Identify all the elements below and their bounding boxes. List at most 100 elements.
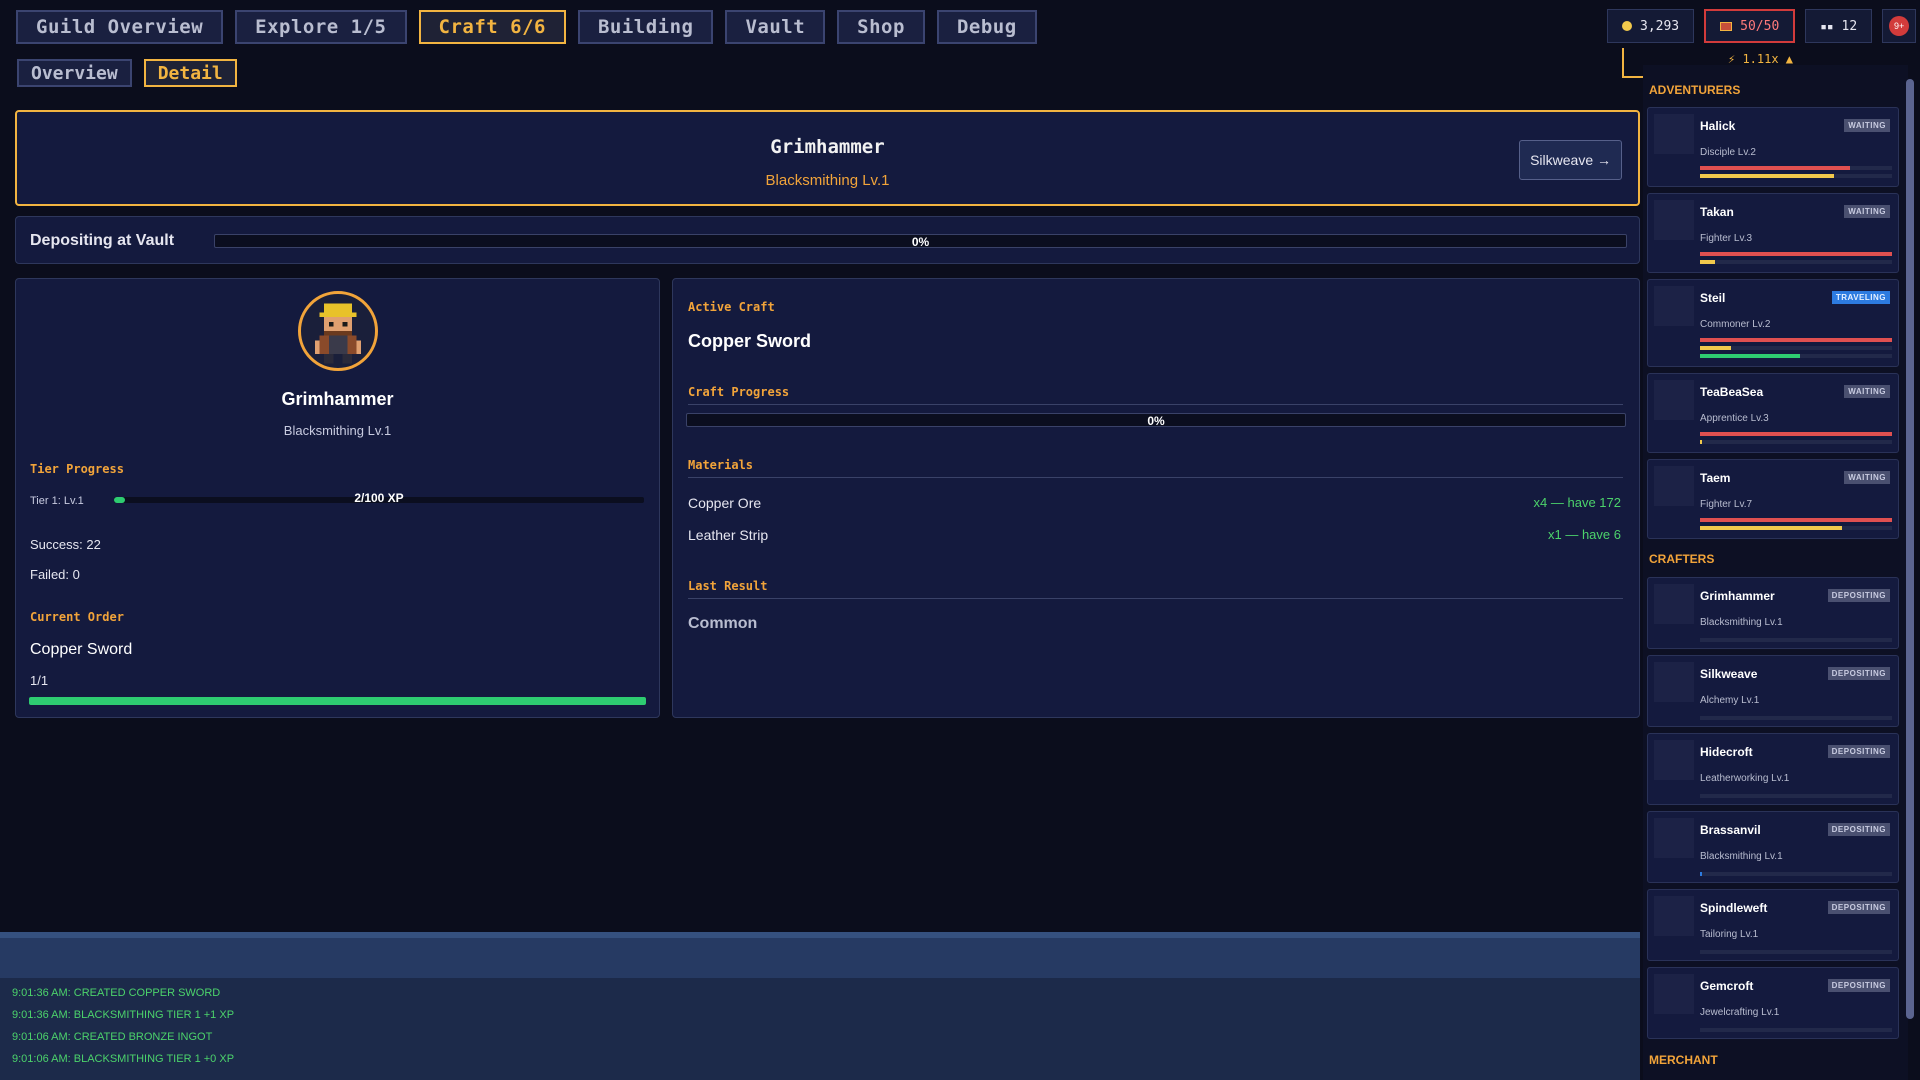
crafter-portrait <box>1654 662 1694 702</box>
health-bar <box>1700 166 1892 170</box>
crafter-card-class: Blacksmithing Lv.1 <box>1700 851 1783 862</box>
tab-vault[interactable]: Vault <box>725 10 826 44</box>
adventurer-portrait <box>1654 114 1694 154</box>
tab-shop[interactable]: Shop <box>837 10 925 44</box>
materials-heading: Materials <box>688 458 754 472</box>
crafters-heading: CRAFTERS <box>1649 552 1715 566</box>
craft-progress-text: 0% <box>1147 414 1165 428</box>
energy-bar <box>1700 526 1892 530</box>
chevron-up-icon: ▲ <box>1785 52 1794 66</box>
resource-bar: 3,293 50/50 ▪▪ 12 9+ <box>1607 9 1917 43</box>
crafter-progress-bar <box>1700 716 1892 720</box>
tab-explore[interactable]: Explore 1/5 <box>235 10 407 44</box>
crafter-progress-bar <box>1700 950 1892 954</box>
crafter-name: Grimhammer <box>281 389 394 409</box>
crafter-card-class: Jewelcrafting Lv.1 <box>1700 1007 1780 1018</box>
tab-debug[interactable]: Debug <box>936 10 1037 44</box>
status-badge: DEPOSITING <box>1827 901 1890 914</box>
gold-counter: 3,293 <box>1607 9 1695 43</box>
crafter-card[interactable]: Hidecroft DEPOSITING Leatherworking Lv.1 <box>1647 733 1899 805</box>
depositing-status: Depositing at Vault 0% <box>15 216 1640 264</box>
status-badge: WAITING <box>1844 119 1890 132</box>
crafter-subtitle: Blacksmithing Lv.1 <box>283 423 392 438</box>
sub-tabs: Overview Detail <box>17 59 237 87</box>
crafter-card[interactable]: Brassanvil DEPOSITING Blacksmithing Lv.1 <box>1647 811 1899 883</box>
health-fill <box>1700 338 1892 342</box>
active-craft-item: Copper Sword <box>688 331 812 351</box>
status-badge: WAITING <box>1844 385 1890 398</box>
adventurer-portrait <box>1654 286 1694 326</box>
material-need: x4 — have 172 <box>1533 495 1621 510</box>
crafter-card[interactable]: Grimhammer DEPOSITING Blacksmithing Lv.1 <box>1647 577 1899 649</box>
coin-icon <box>1622 21 1632 31</box>
adventurer-class: Disciple Lv.2 <box>1700 147 1756 158</box>
crafter-card[interactable]: Silkweave DEPOSITING Alchemy Lv.1 <box>1647 655 1899 727</box>
header-subtitle: Blacksmithing Lv.1 <box>765 172 890 189</box>
crafter-card-class: Alchemy Lv.1 <box>1700 695 1760 706</box>
adventurer-class: Apprentice Lv.3 <box>1700 413 1769 424</box>
crafter-portrait <box>1654 818 1694 858</box>
adventurer-name: Steil <box>1700 291 1726 305</box>
crafter-progress-bar <box>1700 872 1892 876</box>
people-value: 12 <box>1841 18 1858 34</box>
adventurer-name: Takan <box>1700 205 1734 219</box>
crafter-card-name: Silkweave <box>1700 667 1758 681</box>
tab-craft[interactable]: Craft 6/6 <box>418 10 566 44</box>
adventurer-portrait <box>1654 380 1694 420</box>
adventurer-class: Fighter Lv.3 <box>1700 233 1753 244</box>
tab-guild-overview[interactable]: Guild Overview <box>16 10 224 44</box>
roster-sidebar: ADVENTURERS Halick WAITING Disciple Lv.2… <box>1643 65 1914 1080</box>
tier-label: Tier 1: Lv.1 <box>30 495 84 507</box>
energy-fill <box>1700 526 1843 530</box>
adventurer-card[interactable]: Takan WAITING Fighter Lv.3 <box>1647 193 1899 273</box>
adventurers-heading: ADVENTURERS <box>1649 83 1741 97</box>
tab-building[interactable]: Building <box>577 10 714 44</box>
travel-fill <box>1700 354 1800 358</box>
health-bar <box>1700 252 1892 256</box>
craft-panel: Active Craft Copper Sword Craft Progress… <box>672 278 1640 718</box>
order-progress-bar <box>29 697 646 705</box>
order-progress-fill <box>29 697 646 705</box>
crafter-card[interactable]: Spindleweft DEPOSITING Tailoring Lv.1 <box>1647 889 1899 961</box>
energy-fill <box>1700 346 1731 350</box>
divider <box>688 477 1623 478</box>
log-entry: 9:01:06 AM: CREATED BRONZE INGOT <box>12 1031 213 1043</box>
crafter-card[interactable]: Gemcroft DEPOSITING Jewelcrafting Lv.1 <box>1647 967 1899 1039</box>
adventurer-card[interactable]: Steil TRAVELING Commoner Lv.2 <box>1647 279 1899 367</box>
crafter-portrait <box>1654 584 1694 624</box>
crafter-card-class: Blacksmithing Lv.1 <box>1700 617 1783 628</box>
adventurer-portrait <box>1654 466 1694 506</box>
status-badge: DEPOSITING <box>1827 589 1890 602</box>
next-crafter-button[interactable]: Silkweave → <box>1519 140 1622 180</box>
event-log: 9:01:36 AM: CREATED COPPER SWORD 9:01:36… <box>0 978 1640 1080</box>
notification-count: 9+ <box>1889 16 1910 36</box>
status-badge: DEPOSITING <box>1827 667 1890 680</box>
adventurer-card[interactable]: Taem WAITING Fighter Lv.7 <box>1647 459 1899 539</box>
material-need: x1 — have 6 <box>1548 527 1621 542</box>
sidebar-scrollbar[interactable] <box>1906 79 1914 1019</box>
subtab-detail[interactable]: Detail <box>143 59 237 87</box>
crafter-avatar <box>298 291 378 371</box>
crafter-portrait <box>1654 740 1694 780</box>
health-bar <box>1700 432 1892 436</box>
notifications-button[interactable]: 9+ <box>1882 9 1917 43</box>
log-entry: 9:01:36 AM: CREATED COPPER SWORD <box>12 987 221 999</box>
health-fill <box>1700 252 1892 256</box>
adventurer-card[interactable]: Halick WAITING Disciple Lv.2 <box>1647 107 1899 187</box>
storage-value: 50/50 <box>1740 18 1780 34</box>
main-tabs: Guild Overview Explore 1/5 Craft 6/6 Bui… <box>16 10 1037 44</box>
current-order-item: Copper Sword <box>30 641 133 658</box>
crafter-card-name: Brassanvil <box>1700 823 1761 837</box>
status-badge: WAITING <box>1844 205 1890 218</box>
energy-fill <box>1700 260 1716 264</box>
energy-bar <box>1700 346 1892 350</box>
crafter-card-name: Grimhammer <box>1700 589 1775 603</box>
current-order-heading: Current Order <box>30 610 124 624</box>
adventurer-card[interactable]: TeaBeaSea WAITING Apprentice Lv.3 <box>1647 373 1899 453</box>
blacksmith-sprite <box>314 303 362 364</box>
crafter-portrait <box>1654 896 1694 936</box>
energy-bar <box>1700 440 1892 444</box>
subtab-overview[interactable]: Overview <box>17 59 132 87</box>
people-icon: ▪▪ <box>1820 19 1834 33</box>
energy-bar <box>1700 260 1892 264</box>
